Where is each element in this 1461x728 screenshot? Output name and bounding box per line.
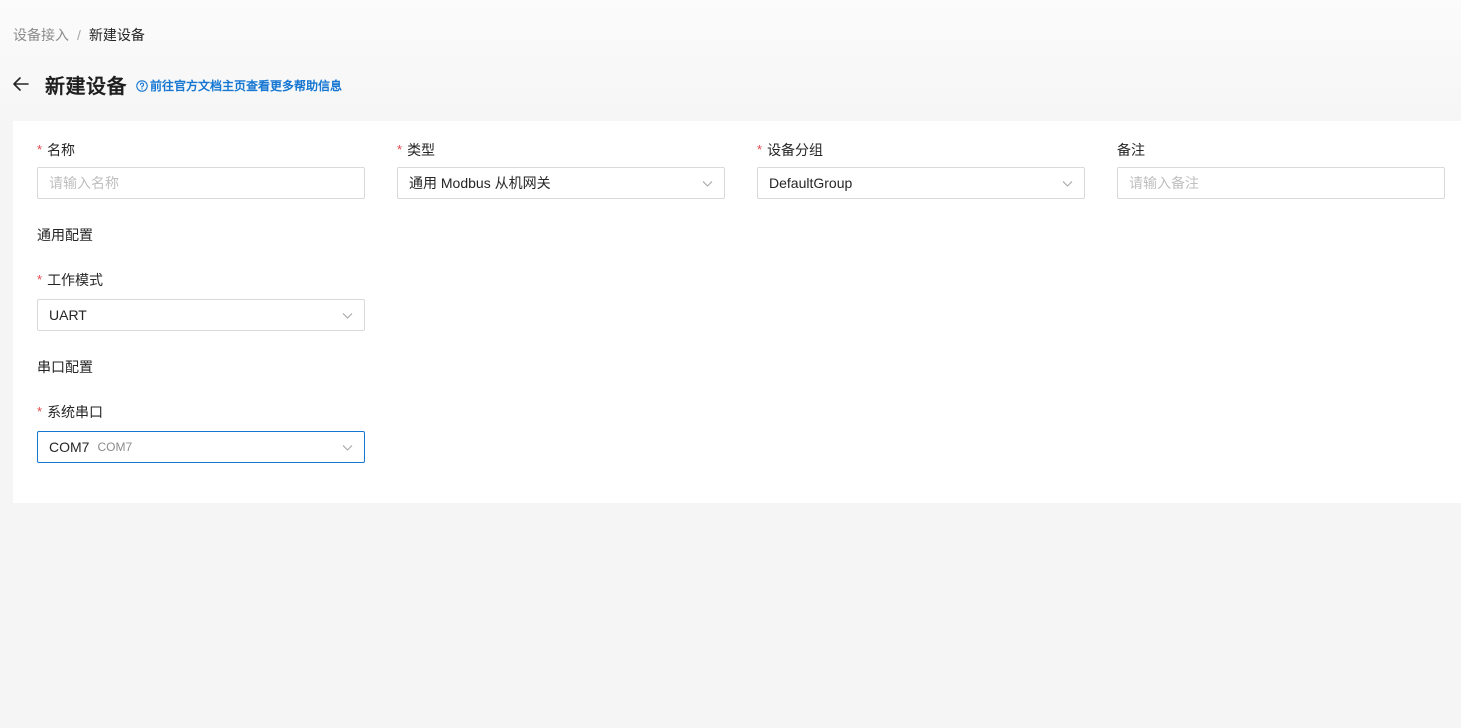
type-field: * 类型	[397, 141, 435, 159]
required-mark: *	[757, 142, 763, 157]
name-input-placeholder: 请输入名称	[49, 175, 119, 191]
name-label: * 名称	[37, 141, 75, 159]
chevron-down-icon	[342, 313, 353, 319]
title-row: 新建设备 前往官方文档主页查看更多帮助信息	[12, 70, 342, 98]
arrow-left-icon[interactable]	[12, 75, 30, 93]
group-label: * 设备分组	[757, 141, 823, 159]
breadcrumb-current: 新建设备	[88, 27, 145, 43]
type-label-text: 类型	[407, 142, 436, 158]
group-select[interactable]: DefaultGroup	[757, 167, 1085, 199]
breadcrumb-separator: /	[77, 27, 81, 43]
type-select[interactable]: 通用 Modbus 从机网关	[397, 167, 725, 199]
help-link[interactable]: 前往官方文档主页查看更多帮助信息	[136, 77, 342, 94]
required-mark: *	[37, 142, 43, 157]
serial-port-field: * 系统串口	[37, 403, 103, 421]
chevron-down-icon	[342, 445, 353, 451]
help-link-text: 前往官方文档主页查看更多帮助信息	[150, 79, 343, 93]
work-mode-field: * 工作模式	[37, 271, 103, 289]
serial-config-title: 串口配置	[37, 359, 93, 375]
remark-field: 备注	[1117, 141, 1145, 159]
type-label: * 类型	[397, 141, 435, 159]
remark-input[interactable]: 请输入备注	[1117, 167, 1445, 199]
group-label-text: 设备分组	[767, 142, 824, 158]
question-circle-icon	[136, 79, 148, 92]
remark-label: 备注	[1117, 141, 1145, 159]
work-mode-label: * 工作模式	[37, 271, 103, 289]
breadcrumb-parent[interactable]: 设备接入	[13, 26, 69, 44]
serial-port-select-value: COM7	[49, 439, 90, 455]
serial-port-label-text: 系统串口	[47, 404, 104, 420]
serial-port-select[interactable]: COM7 COM7	[37, 431, 365, 463]
form-card: * 名称 请输入名称 * 类型 通用 Modbus 从机网关 * 设备分组 De…	[13, 121, 1461, 503]
work-mode-label-text: 工作模式	[47, 272, 104, 288]
required-mark: *	[37, 404, 43, 419]
chevron-down-icon	[702, 181, 713, 187]
chevron-down-icon	[1062, 181, 1073, 187]
header-area	[0, 0, 1461, 121]
name-label-text: 名称	[47, 142, 76, 158]
name-input[interactable]: 请输入名称	[37, 167, 365, 199]
required-mark: *	[37, 272, 43, 287]
page: 设备接入 / 新建设备 新建设备 前往官方文档主页查看更多帮助信息 * 名称 请…	[0, 0, 1461, 728]
type-select-value: 通用 Modbus 从机网关	[409, 175, 551, 191]
breadcrumb: 设备接入 / 新建设备	[13, 26, 145, 44]
page-title: 新建设备	[45, 75, 127, 98]
remark-input-placeholder: 请输入备注	[1129, 175, 1199, 191]
group-field: * 设备分组	[757, 141, 823, 159]
work-mode-select[interactable]: UART	[37, 299, 365, 331]
serial-port-label: * 系统串口	[37, 403, 103, 421]
group-select-value: DefaultGroup	[769, 175, 853, 191]
name-field: * 名称	[37, 141, 75, 159]
work-mode-select-value: UART	[49, 307, 87, 323]
remark-label-text: 备注	[1117, 142, 1145, 158]
required-mark: *	[397, 142, 403, 157]
general-config-title: 通用配置	[37, 227, 93, 243]
serial-port-select-sub: COM7	[97, 440, 133, 454]
